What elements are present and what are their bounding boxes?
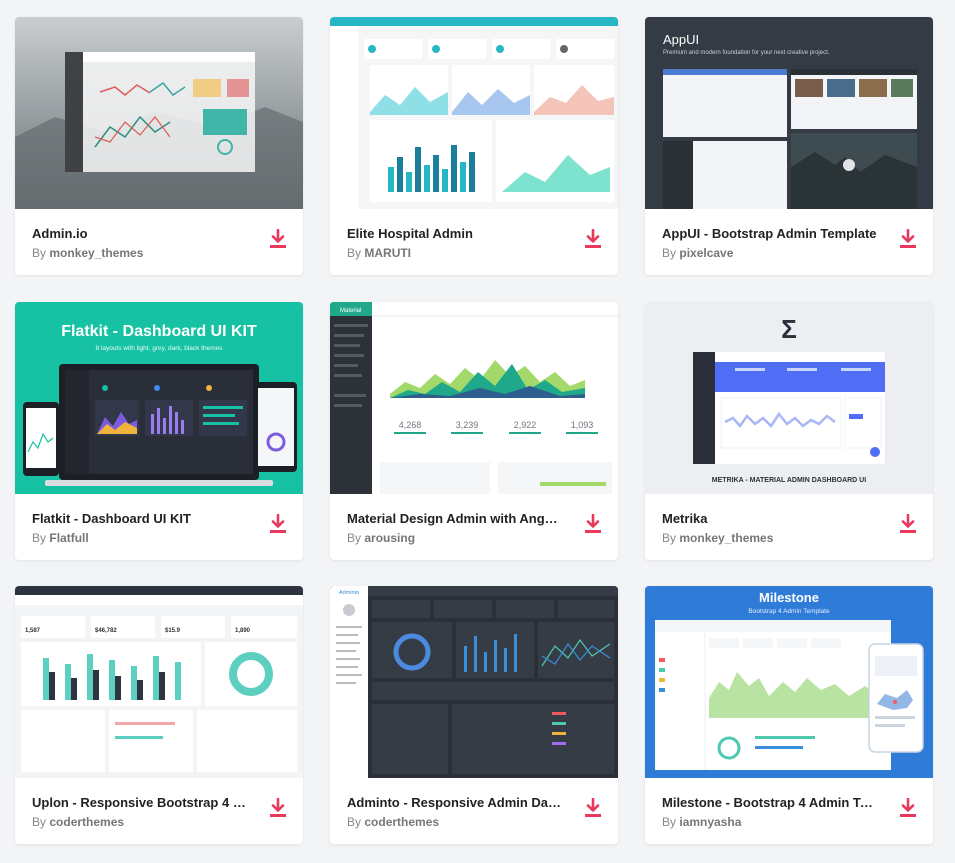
card-title[interactable]: Elite Hospital Admin (347, 226, 562, 241)
card-author[interactable]: pixelcave (679, 246, 733, 260)
by-prefix: By (32, 815, 47, 829)
template-card-material-design[interactable]: Material 4,268 3,239 2,922 1,093 Materia… (330, 302, 618, 560)
download-icon[interactable] (269, 513, 287, 534)
card-byline: By Flatfull (32, 531, 89, 545)
template-thumbnail[interactable]: Adminto (330, 586, 618, 778)
template-thumbnail[interactable]: Material 4,268 3,239 2,922 1,093 (330, 302, 618, 494)
template-thumbnail[interactable]: 1,587 $46,782 $15.9 1,890 (15, 586, 303, 778)
thumb-brand: Material (340, 308, 361, 314)
card-author[interactable]: iamnyasha (679, 815, 741, 829)
card-byline: By monkey_themes (662, 531, 773, 545)
template-thumbnail[interactable]: Σ METRIKA - MATERIAL ADMIN DASHBOARD UI (645, 302, 933, 494)
by-prefix: By (347, 815, 362, 829)
card-author[interactable]: MARUTI (364, 246, 411, 260)
template-thumbnail[interactable] (15, 17, 303, 209)
card-info: AppUI - Bootstrap Admin Template By pixe… (645, 209, 933, 275)
template-thumbnail[interactable] (330, 17, 618, 209)
card-byline: By monkey_themes (32, 246, 143, 260)
card-title[interactable]: Metrika (662, 511, 877, 526)
card-info: Metrika By monkey_themes (645, 494, 933, 560)
card-title[interactable]: Admin.io (32, 226, 247, 241)
card-byline: By pixelcave (662, 246, 733, 260)
card-title[interactable]: Material Design Admin with Angu... (347, 511, 562, 526)
thumb-tagline: Premium and modern foundation for your n… (663, 50, 830, 56)
template-card-elite-hospital[interactable]: Elite Hospital Admin By MARUTI (330, 17, 618, 275)
download-icon[interactable] (584, 513, 602, 534)
thumb-stat: $15.9 (165, 628, 181, 634)
by-prefix: By (32, 246, 47, 260)
template-card-flatkit[interactable]: Flatkit - Dashboard UI KIT 8 layouts wit… (15, 302, 303, 560)
thumb-tagline: Bootstrap 4 Admin Template (748, 608, 830, 615)
card-info: Adminto - Responsive Admin Dash... By co… (330, 778, 618, 844)
by-prefix: By (347, 531, 362, 545)
thumb-stat: 3,239 (456, 420, 479, 430)
by-prefix: By (662, 531, 677, 545)
card-byline: By coderthemes (347, 815, 439, 829)
thumb-heading: Milestone (759, 590, 819, 605)
download-icon[interactable] (899, 228, 917, 249)
by-prefix: By (662, 815, 677, 829)
card-info: Uplon - Responsive Bootstrap 4 W... By c… (15, 778, 303, 844)
template-thumbnail[interactable]: Milestone Bootstrap 4 Admin Template (645, 586, 933, 778)
card-info: Admin.io By monkey_themes (15, 209, 303, 275)
card-author[interactable]: monkey_themes (679, 531, 773, 545)
thumb-stat: 1,587 (25, 628, 41, 634)
card-info: Milestone - Bootstrap 4 Admin Te... By i… (645, 778, 933, 844)
card-author[interactable]: monkey_themes (49, 246, 143, 260)
template-card-appui[interactable]: AppUI Premium and modern foundation for … (645, 17, 933, 275)
template-card-adminto[interactable]: Adminto Adminto - Responsive Admin Dash.… (330, 586, 618, 844)
card-title[interactable]: AppUI - Bootstrap Admin Template (662, 226, 877, 241)
card-author[interactable]: arousing (364, 531, 415, 545)
card-author[interactable]: coderthemes (49, 815, 124, 829)
thumb-brand: Adminto (339, 590, 359, 596)
thumb-stat: 1,093 (571, 420, 594, 430)
card-title[interactable]: Adminto - Responsive Admin Dash... (347, 795, 562, 810)
download-icon[interactable] (899, 513, 917, 534)
card-info: Material Design Admin with Angu... By ar… (330, 494, 618, 560)
template-card-admin-io[interactable]: Admin.io By monkey_themes (15, 17, 303, 275)
download-icon[interactable] (584, 228, 602, 249)
thumb-stat: 1,890 (235, 628, 251, 634)
card-info: Elite Hospital Admin By MARUTI (330, 209, 618, 275)
card-byline: By iamnyasha (662, 815, 741, 829)
template-card-metrika[interactable]: Σ METRIKA - MATERIAL ADMIN DASHBOARD UI … (645, 302, 933, 560)
download-icon[interactable] (899, 797, 917, 818)
card-byline: By arousing (347, 531, 415, 545)
card-byline: By coderthemes (32, 815, 124, 829)
template-thumbnail[interactable]: AppUI Premium and modern foundation for … (645, 17, 933, 209)
thumb-heading: AppUI (663, 32, 699, 47)
thumb-heading: Flatkit - Dashboard UI KIT (61, 323, 257, 340)
download-icon[interactable] (584, 797, 602, 818)
template-thumbnail[interactable]: Flatkit - Dashboard UI KIT 8 layouts wit… (15, 302, 303, 494)
download-icon[interactable] (269, 228, 287, 249)
by-prefix: By (32, 531, 47, 545)
thumb-stat: 4,268 (399, 420, 422, 430)
thumb-tagline: 8 layouts with light, grey, dark, black … (95, 345, 223, 352)
card-title[interactable]: Milestone - Bootstrap 4 Admin Te... (662, 795, 877, 810)
card-title[interactable]: Uplon - Responsive Bootstrap 4 W... (32, 795, 247, 810)
by-prefix: By (662, 246, 677, 260)
card-title[interactable]: Flatkit - Dashboard UI KIT (32, 511, 247, 526)
card-byline: By MARUTI (347, 246, 411, 260)
thumb-logo: Σ (781, 314, 797, 344)
card-info: Flatkit - Dashboard UI KIT By Flatfull (15, 494, 303, 560)
thumb-stat: 2,922 (514, 420, 537, 430)
by-prefix: By (347, 246, 362, 260)
card-author[interactable]: coderthemes (364, 815, 439, 829)
thumb-stat: $46,782 (95, 628, 117, 634)
card-author[interactable]: Flatfull (49, 531, 88, 545)
template-card-milestone[interactable]: Milestone Bootstrap 4 Admin Template Mil… (645, 586, 933, 844)
template-card-uplon[interactable]: 1,587 $46,782 $15.9 1,890 Uplon - Respon… (15, 586, 303, 844)
thumb-caption: METRIKA - MATERIAL ADMIN DASHBOARD UI (712, 477, 866, 484)
download-icon[interactable] (269, 797, 287, 818)
